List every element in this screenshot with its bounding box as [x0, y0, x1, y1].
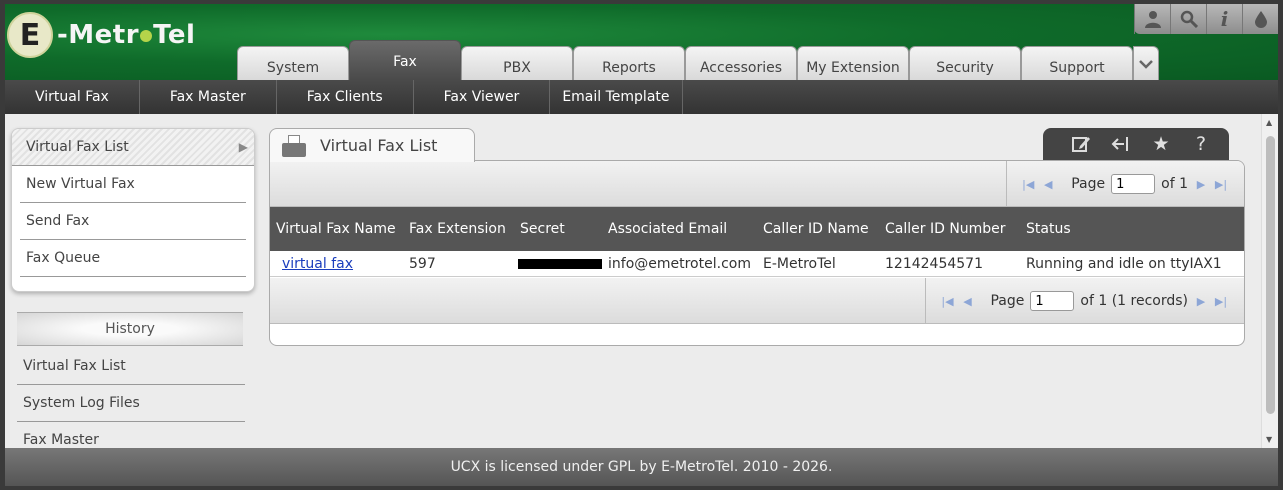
- panel-toolbar: ★ ?: [1043, 128, 1229, 160]
- info-icon[interactable]: i: [1206, 4, 1242, 34]
- tab-system[interactable]: System: [237, 46, 349, 80]
- fax-icon: [282, 134, 308, 157]
- star-icon[interactable]: ★: [1143, 128, 1179, 160]
- footer: UCX is licensed under GPL by E-MetroTel.…: [5, 448, 1278, 486]
- drop-icon[interactable]: [1242, 4, 1278, 34]
- tab-my-extension[interactable]: My Extension: [797, 46, 909, 80]
- col-caller-id-number[interactable]: Caller ID Number: [885, 207, 1006, 251]
- table-header: Virtual Fax Name Fax Extension Secret As…: [270, 207, 1244, 251]
- scroll-up-icon[interactable]: ▲: [1266, 118, 1272, 127]
- cell-status: Running and idle on ttyIAX1: [1026, 255, 1222, 272]
- virtual-fax-link[interactable]: virtual fax: [282, 256, 353, 272]
- last-page-icon[interactable]: ▶|: [1214, 295, 1228, 308]
- content-area: Virtual Fax List ▶ New Virtual Fax Send …: [5, 114, 1278, 448]
- pager-top-total: of 1: [1161, 176, 1188, 192]
- col-status[interactable]: Status: [1026, 207, 1071, 251]
- history-item-virtual-fax-list[interactable]: Virtual Fax List: [17, 348, 245, 385]
- table-row: virtual fax 597 info@emetrotel.com E-Met…: [270, 251, 1244, 277]
- pager-bottom-label: Page: [990, 293, 1025, 309]
- pager-bottom: |◀ ◀ Page of 1 (1 records) ▶ ▶|: [270, 278, 1244, 324]
- next-page-icon[interactable]: ▶: [1194, 295, 1208, 308]
- help-icon[interactable]: ?: [1183, 128, 1219, 160]
- col-fax-extension[interactable]: Fax Extension: [409, 207, 506, 251]
- top-icon-bar: i: [1134, 4, 1278, 34]
- left-menu-item-virtual-fax-list[interactable]: Virtual Fax List ▶: [12, 129, 254, 166]
- user-icon[interactable]: [1134, 4, 1170, 34]
- logo-text: -Metr Tel: [57, 20, 196, 50]
- pager-top-page-input[interactable]: [1111, 174, 1156, 194]
- history-heading: History: [17, 312, 243, 346]
- subnav-fax-viewer[interactable]: Fax Viewer: [414, 80, 551, 114]
- arrow-right-icon: ▶: [238, 140, 248, 154]
- history-item-fax-master[interactable]: Fax Master: [17, 422, 245, 448]
- logo-mark: E: [7, 12, 53, 58]
- tab-pbx[interactable]: PBX: [461, 46, 573, 80]
- subnav-fax-clients[interactable]: Fax Clients: [277, 80, 414, 114]
- left-menu: Virtual Fax List ▶ New Virtual Fax Send …: [11, 128, 255, 292]
- search-icon[interactable]: [1170, 4, 1206, 34]
- tab-security[interactable]: Security: [909, 46, 1021, 80]
- cell-extension: 597: [409, 255, 436, 272]
- history-item-system-log-files[interactable]: System Log Files: [17, 385, 245, 422]
- cell-caller-id-number: 12142454571: [885, 255, 983, 272]
- panel-title-tab: Virtual Fax List: [269, 128, 475, 162]
- first-page-icon[interactable]: |◀: [1021, 178, 1035, 191]
- subnav-virtual-fax[interactable]: Virtual Fax: [5, 80, 140, 114]
- tab-support[interactable]: Support: [1021, 46, 1133, 80]
- col-virtual-fax-name[interactable]: Virtual Fax Name: [276, 207, 406, 251]
- prev-page-icon[interactable]: ◀: [960, 295, 974, 308]
- logo: E -Metr Tel: [7, 10, 195, 60]
- cell-caller-id-name: E-MetroTel: [763, 255, 836, 272]
- main-tabs: System Fax PBX Reports Accessories My Ex…: [237, 40, 1159, 80]
- last-page-icon[interactable]: ▶|: [1214, 178, 1228, 191]
- scroll-down-icon[interactable]: ▼: [1266, 435, 1272, 444]
- subnav-fax-master[interactable]: Fax Master: [140, 80, 277, 114]
- col-associated-email[interactable]: Associated Email: [608, 207, 727, 251]
- pager-bottom-total: of 1 (1 records): [1080, 293, 1188, 309]
- col-caller-id-name[interactable]: Caller ID Name: [763, 207, 869, 251]
- panel-body: |◀ ◀ Page of 1 ▶ ▶| Virtual Fax Name Fax…: [269, 160, 1245, 346]
- tab-reports[interactable]: Reports: [573, 46, 685, 80]
- pager-top-label: Page: [1071, 176, 1106, 192]
- cell-name-wrap: virtual fax: [282, 251, 353, 276]
- scroll-thumb[interactable]: [1266, 136, 1275, 414]
- logo-dot-icon: [140, 29, 153, 42]
- collapse-sidebar-icon[interactable]: [1103, 128, 1139, 160]
- left-menu-item-fax-queue[interactable]: Fax Queue: [20, 240, 246, 277]
- pager-top-controls: |◀ ◀ Page of 1 ▶ ▶|: [1006, 161, 1244, 207]
- redacted-secret: [518, 258, 602, 269]
- sub-navigation: Virtual Fax Fax Master Fax Clients Fax V…: [5, 80, 1278, 114]
- left-menu-item-send-fax[interactable]: Send Fax: [20, 203, 246, 240]
- vertical-scrollbar[interactable]: ▲ ▼: [1261, 114, 1278, 448]
- next-page-icon[interactable]: ▶: [1194, 178, 1208, 191]
- prev-page-icon[interactable]: ◀: [1041, 178, 1055, 191]
- pager-top: |◀ ◀ Page of 1 ▶ ▶|: [270, 161, 1244, 207]
- header: E -Metr Tel i System Fax PBX Reports Acce…: [5, 4, 1278, 80]
- first-page-icon[interactable]: |◀: [940, 295, 954, 308]
- cell-secret: [518, 251, 602, 276]
- cell-email: info@emetrotel.com: [608, 255, 751, 272]
- virtual-fax-panel: Virtual Fax List ★ ? |◀ ◀ Page of 1 ▶: [269, 128, 1245, 346]
- panel-title: Virtual Fax List: [320, 136, 438, 155]
- chevron-down-icon[interactable]: [1133, 46, 1159, 80]
- edit-icon[interactable]: [1063, 128, 1099, 160]
- left-menu-item-new-virtual-fax[interactable]: New Virtual Fax: [20, 166, 246, 203]
- left-menu-label: Virtual Fax List: [26, 139, 129, 155]
- tab-accessories[interactable]: Accessories: [685, 46, 797, 80]
- pager-bottom-controls: |◀ ◀ Page of 1 (1 records) ▶ ▶|: [925, 278, 1244, 324]
- subnav-email-template[interactable]: Email Template: [550, 80, 683, 114]
- pager-bottom-page-input[interactable]: [1030, 291, 1075, 311]
- tab-fax[interactable]: Fax: [349, 40, 461, 80]
- col-secret[interactable]: Secret: [520, 207, 565, 251]
